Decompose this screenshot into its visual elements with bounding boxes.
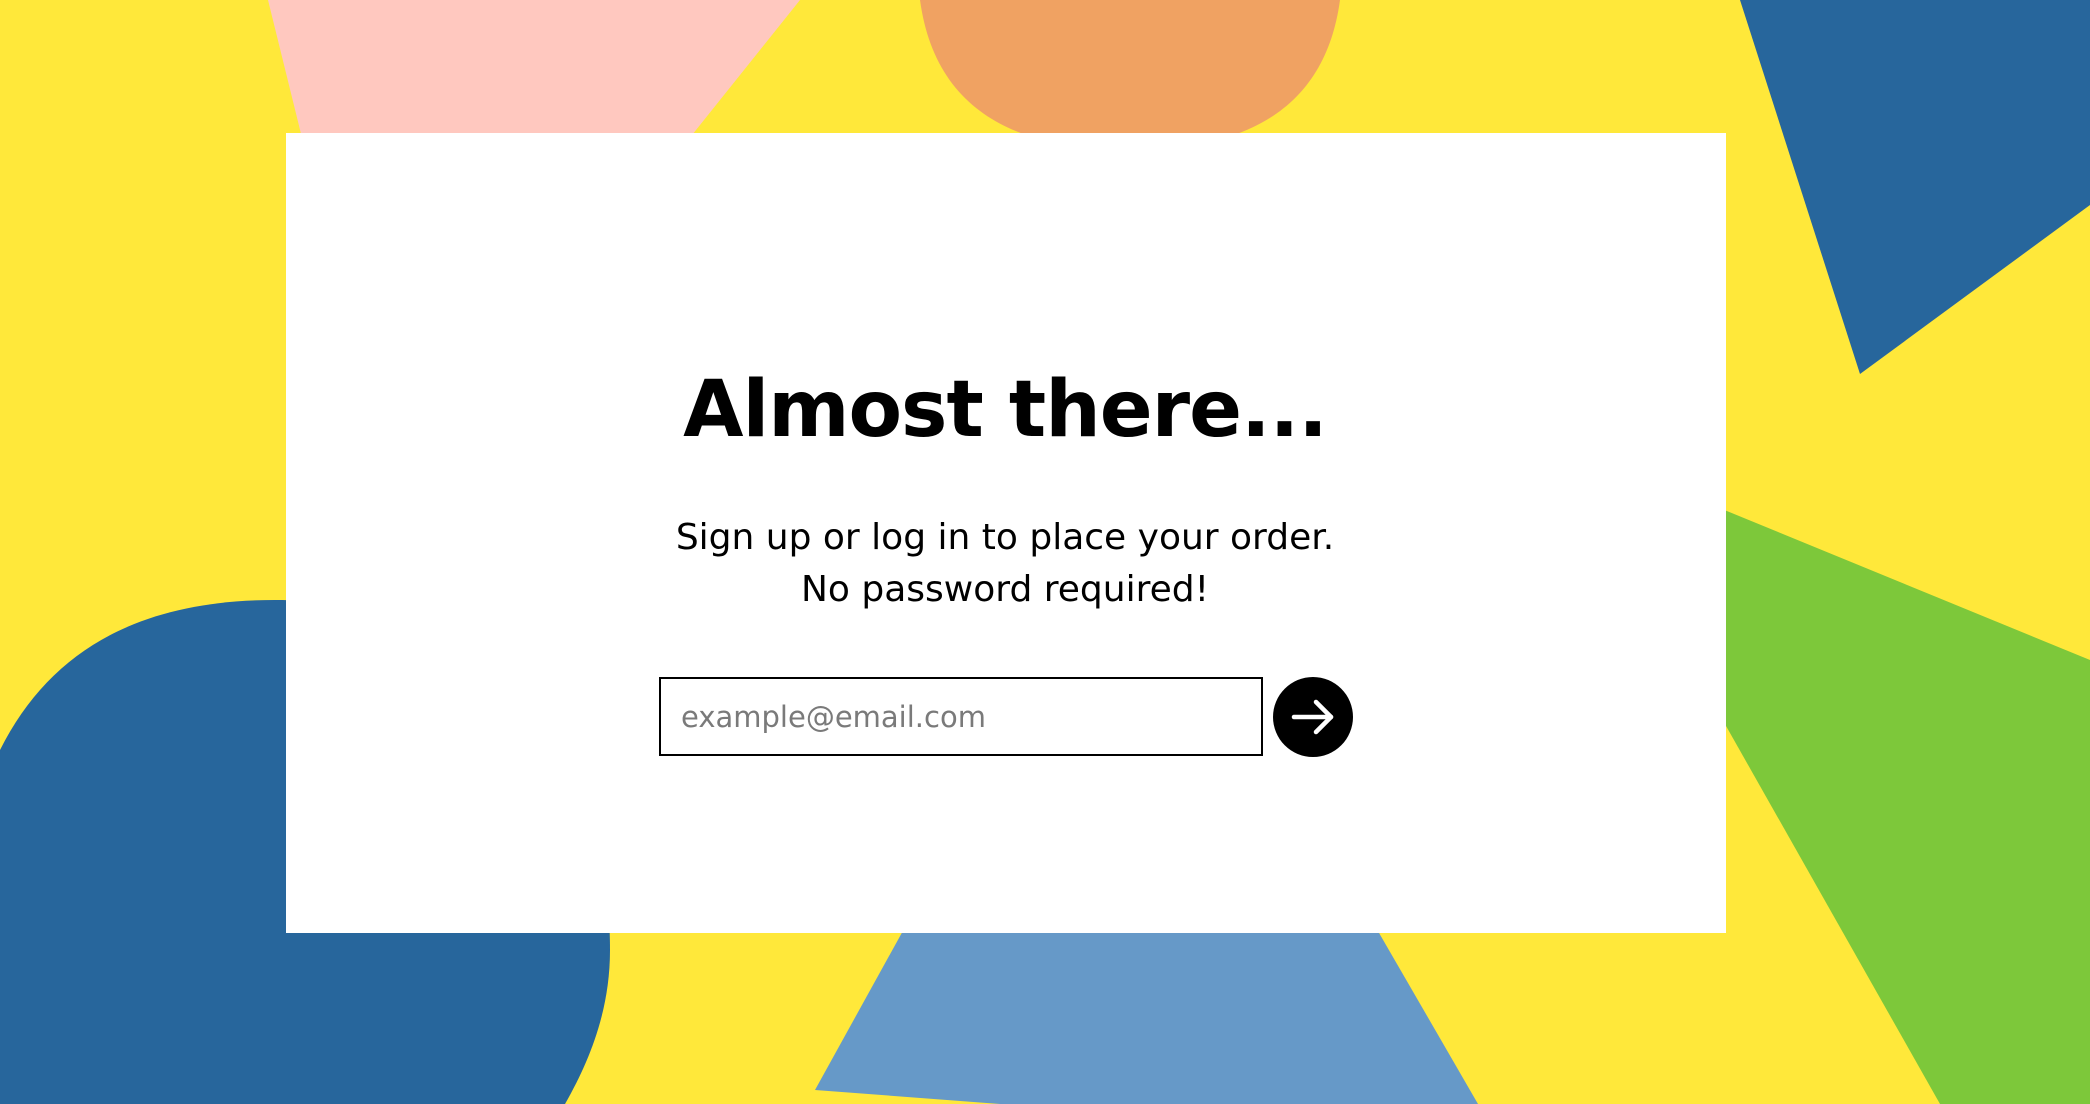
arrow-right-icon (1291, 699, 1334, 735)
submit-button[interactable] (1273, 677, 1353, 757)
no-password-note: No password required! (800, 569, 1210, 610)
signup-instructions: Sign up or log in to place your order. (675, 517, 1335, 558)
page-title: Almost there... (683, 365, 1328, 455)
email-input[interactable] (659, 677, 1263, 756)
